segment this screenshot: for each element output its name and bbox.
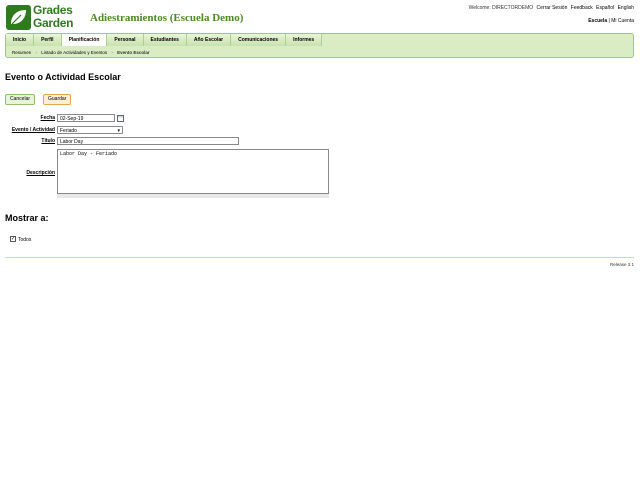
release-version: Release 3.1 — [609, 262, 634, 267]
main-menu: Inicio Perfil Planificación Personal Est… — [6, 34, 633, 46]
breadcrumb: Resumen › Listado de Actividades y Event… — [12, 49, 150, 56]
title-label: Título — [41, 138, 55, 144]
breadcrumb-chevron-icon: › — [35, 50, 38, 55]
date-input[interactable]: 02-Sep-19 — [57, 114, 115, 122]
cancel-button[interactable]: Cancelar — [5, 94, 36, 105]
role-links: Escuela | Mi Cuenta — [588, 18, 634, 24]
menu-item-perfil[interactable]: Perfil — [34, 34, 62, 46]
english-link[interactable]: English — [618, 5, 634, 11]
chevron-down-icon: ▾ — [117, 128, 120, 134]
menu-item-comunicaciones[interactable]: Comunicaciones — [231, 34, 287, 46]
description-text: Labor Day - Feriado — [60, 151, 118, 157]
menu-item-inicio[interactable]: Inicio — [6, 34, 35, 46]
welcome-text: Welcome: DIRECTORDEMO — [468, 5, 534, 11]
logout-link[interactable]: Cerrar Sesión — [537, 5, 568, 11]
leaf-logo-icon — [6, 5, 31, 30]
top-links: Welcome: DIRECTORDEMO Cerrar Sesión Feed… — [467, 5, 634, 11]
spanish-link[interactable]: Español — [596, 5, 614, 11]
page-title: Evento o Actividad Escolar — [5, 72, 121, 82]
description-label: Descripción — [26, 170, 55, 176]
event-type-label: Evento / Actividad — [11, 127, 55, 133]
menu-item-personal[interactable]: Personal — [107, 34, 144, 46]
breadcrumb-resumen[interactable]: Resumen — [12, 50, 31, 55]
breadcrumb-chevron-icon: › — [111, 50, 113, 55]
feedback-link[interactable]: Feedback — [571, 5, 593, 11]
navigation-bar: Inicio Perfil Planificación Personal Est… — [5, 33, 634, 58]
save-button[interactable]: Guardar — [43, 94, 72, 105]
all-checkbox-label: Todos — [18, 237, 32, 243]
menu-item-ano-escolar[interactable]: Año Escolar — [186, 34, 232, 46]
title-input[interactable]: Labor Day — [57, 137, 239, 145]
role-separator: | — [608, 18, 610, 24]
calendar-icon[interactable] — [117, 115, 124, 122]
menu-item-informes[interactable]: Informes — [286, 34, 323, 46]
school-title: Adiestramientos (Escuela Demo) — [90, 12, 244, 24]
menu-item-estudiantes[interactable]: Estudiantes — [143, 34, 187, 46]
grades-garden-logo[interactable]: Grades Garden — [6, 4, 84, 31]
school-role-link[interactable]: Escuela — [588, 18, 607, 24]
breadcrumb-current: Evento Escolar — [117, 50, 150, 55]
my-account-link[interactable]: Mi Cuenta — [611, 18, 634, 24]
event-type-select[interactable]: Feriado ▾ — [57, 126, 123, 134]
breadcrumb-listado[interactable]: Listado de Actividades y Eventos — [41, 50, 107, 55]
event-type-value: Feriado — [60, 128, 77, 134]
footer-divider — [5, 257, 634, 258]
logo-line2: Garden — [33, 16, 74, 30]
resize-handle[interactable] — [57, 194, 329, 198]
checkmark-icon: ✓ — [11, 236, 16, 242]
logo-text: Grades Garden — [33, 4, 74, 30]
menu-item-planificacion[interactable]: Planificación — [61, 34, 108, 46]
description-textarea[interactable]: Labor Day - Feriado — [57, 149, 329, 194]
all-checkbox[interactable]: ✓ — [10, 236, 16, 242]
date-label: Fecha — [40, 115, 55, 121]
show-to-title: Mostrar a: — [5, 213, 49, 223]
